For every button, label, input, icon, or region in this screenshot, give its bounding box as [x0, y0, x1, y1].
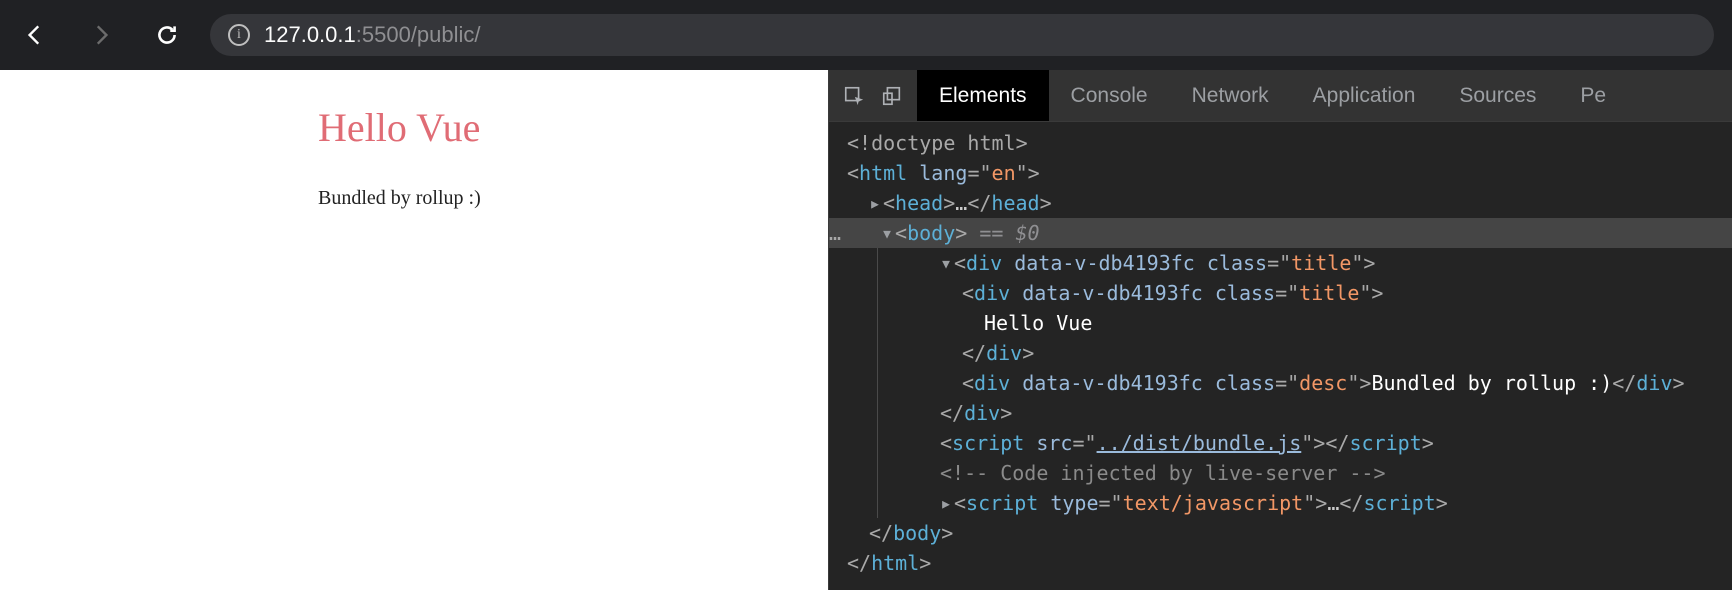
- tree-line[interactable]: <html lang="en">: [829, 158, 1732, 188]
- devtools-panel: Elements Console Network Application Sou…: [828, 70, 1732, 590]
- devtools-tabs: Elements Console Network Application Sou…: [829, 70, 1732, 122]
- devtools-tool-icons: [829, 70, 917, 121]
- tab-console[interactable]: Console: [1049, 70, 1170, 121]
- tab-overflow[interactable]: Pe: [1558, 70, 1628, 121]
- url-text: 127.0.0.1:5500/public/: [264, 22, 481, 48]
- url-path: :5500/public/: [356, 22, 481, 47]
- device-toolbar-icon[interactable]: [881, 85, 903, 107]
- reload-button[interactable]: [150, 18, 184, 52]
- tree-line[interactable]: Hello Vue: [878, 308, 1732, 338]
- tree-line[interactable]: <script src="../dist/bundle.js"></script…: [878, 428, 1732, 458]
- elements-tree[interactable]: <!doctype html> <html lang="en"> <head>……: [829, 122, 1732, 590]
- page-desc: Bundled by rollup :): [318, 187, 828, 210]
- url-host: 127.0.0.1: [264, 22, 356, 47]
- tree-line-selected[interactable]: <body> == $0: [829, 218, 1732, 248]
- tree-line[interactable]: </html>: [829, 548, 1732, 578]
- tree-line[interactable]: </body>: [829, 518, 1732, 548]
- tree-line[interactable]: </div>: [878, 338, 1732, 368]
- collapse-arrow-icon[interactable]: [940, 248, 954, 278]
- page-content: Hello Vue Bundled by rollup :): [0, 70, 828, 590]
- address-bar[interactable]: i 127.0.0.1:5500/public/: [210, 14, 1714, 56]
- tree-line[interactable]: <head>…</head>: [829, 188, 1732, 218]
- tab-sources[interactable]: Sources: [1437, 70, 1558, 121]
- inspect-element-icon[interactable]: [843, 85, 865, 107]
- tab-network[interactable]: Network: [1170, 70, 1291, 121]
- tree-line[interactable]: <!doctype html>: [829, 128, 1732, 158]
- tree-line[interactable]: </div>: [878, 398, 1732, 428]
- main-area: Hello Vue Bundled by rollup :) Elements …: [0, 70, 1732, 590]
- expand-arrow-icon[interactable]: [869, 188, 883, 218]
- forward-button[interactable]: [84, 18, 118, 52]
- tab-application[interactable]: Application: [1291, 70, 1438, 121]
- tree-line[interactable]: <!-- Code injected by live-server -->: [878, 458, 1732, 488]
- nav-icons: [18, 18, 184, 52]
- site-info-icon[interactable]: i: [228, 24, 250, 46]
- tree-line[interactable]: <div data-v-db4193fc class="desc">Bundle…: [878, 368, 1732, 398]
- tree-line[interactable]: <div data-v-db4193fc class="title">: [878, 278, 1732, 308]
- expand-arrow-icon[interactable]: [940, 488, 954, 518]
- tree-line[interactable]: <div data-v-db4193fc class="title">: [878, 248, 1732, 278]
- back-button[interactable]: [18, 18, 52, 52]
- page-title: Hello Vue: [318, 104, 828, 151]
- browser-toolbar: i 127.0.0.1:5500/public/: [0, 0, 1732, 70]
- collapse-arrow-icon[interactable]: [881, 218, 895, 248]
- tab-elements[interactable]: Elements: [917, 70, 1049, 121]
- tree-line[interactable]: <script type="text/javascript">…</script…: [878, 488, 1732, 518]
